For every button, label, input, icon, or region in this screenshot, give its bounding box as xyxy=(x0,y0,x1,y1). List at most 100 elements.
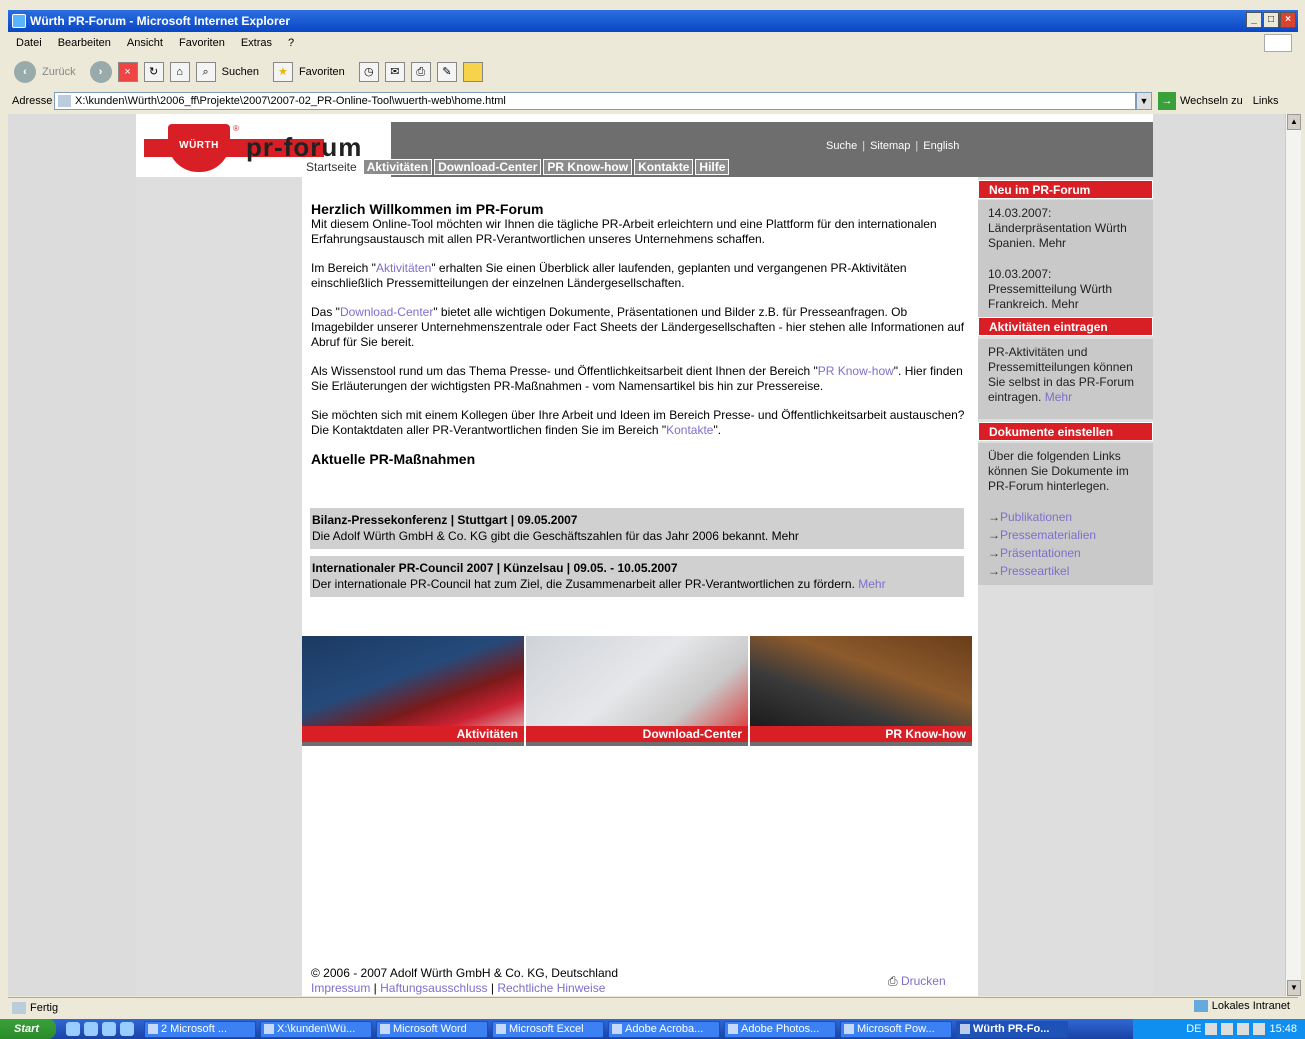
folder-icon[interactable] xyxy=(462,62,483,82)
menu-help[interactable]: ? xyxy=(288,37,294,49)
sidebar-news-link[interactable]: Pressemitteilung Würth Frankreich. Mehr xyxy=(988,282,1143,312)
news-title: Bilanz-Pressekonferenz | Stuttgart | 09.… xyxy=(312,513,578,527)
tab-aktivitaeten[interactable]: Aktivitäten xyxy=(362,159,433,175)
back-icon[interactable]: ‹ xyxy=(14,61,36,83)
quicklaunch-icon[interactable] xyxy=(120,1022,134,1036)
copyright: © 2006 - 2007 Adolf Würth GmbH & Co. KG,… xyxy=(311,966,618,980)
news-more-link[interactable]: Mehr xyxy=(858,577,885,591)
home-icon[interactable]: ⌂ xyxy=(169,62,190,82)
banner-download-center[interactable]: Download-Center xyxy=(526,636,748,746)
sitemap-link[interactable]: Sitemap xyxy=(870,140,910,152)
vertical-scrollbar[interactable]: ▲ ▼ xyxy=(1285,114,1301,996)
menu-bar: Datei Bearbeiten Ansicht Favoriten Extra… xyxy=(8,32,1298,54)
link-impressum[interactable]: Impressum xyxy=(311,981,370,995)
stop-icon[interactable]: × xyxy=(117,62,138,82)
english-link[interactable]: English xyxy=(923,140,959,152)
link-publikationen[interactable]: Publikationen xyxy=(1000,510,1072,524)
scroll-up-icon[interactable]: ▲ xyxy=(1287,114,1301,130)
address-dropdown-icon[interactable]: ▼ xyxy=(1136,92,1152,110)
tab-kontakte[interactable]: Kontakte xyxy=(634,159,694,175)
sidebar-activities-more[interactable]: Mehr xyxy=(1045,390,1072,404)
start-button[interactable]: Start xyxy=(0,1019,56,1039)
close-button[interactable]: × xyxy=(1280,12,1296,28)
go-icon[interactable]: → xyxy=(1158,92,1176,110)
sidebar-news-link[interactable]: Länderpräsentation Würth Spanien. Mehr xyxy=(988,221,1143,251)
link-haftungsausschluss[interactable]: Haftungsausschluss xyxy=(380,981,487,995)
quicklaunch-icon[interactable] xyxy=(66,1022,80,1036)
print-link[interactable]: ⎙ Drucken xyxy=(888,974,946,989)
language-indicator[interactable]: DE xyxy=(1186,1023,1201,1035)
banner-pr-know-how[interactable]: PR Know-how xyxy=(750,636,972,746)
tab-pr-know-how[interactable]: PR Know-how xyxy=(543,159,633,175)
menu-extras[interactable]: Extras xyxy=(241,37,272,49)
menu-ansicht[interactable]: Ansicht xyxy=(127,37,163,49)
banner-caption: Aktivitäten xyxy=(302,726,524,742)
clock: 15:48 xyxy=(1269,1023,1297,1035)
link-presseartikel[interactable]: Presseartikel xyxy=(1000,564,1069,578)
news-item[interactable]: Bilanz-Pressekonferenz | Stuttgart | 09.… xyxy=(310,508,964,549)
link-download-center[interactable]: Download-Center xyxy=(340,305,433,319)
taskbar-item[interactable]: Microsoft Word xyxy=(376,1020,488,1038)
paragraph-activities: Im Bereich "Aktivitäten" erhalten Sie ei… xyxy=(311,261,907,290)
search-icon[interactable]: ⌕ xyxy=(195,62,216,82)
header-band-right xyxy=(971,122,1153,177)
tray-icon[interactable] xyxy=(1253,1023,1266,1035)
favorites-icon[interactable]: ★ xyxy=(272,62,293,82)
sidebar-activities-title: Aktivitäten eintragen xyxy=(978,317,1153,336)
window-titlebar: Würth PR-Forum - Microsoft Internet Expl… xyxy=(8,10,1298,32)
quicklaunch-icon[interactable] xyxy=(102,1022,116,1036)
quicklaunch-icon[interactable] xyxy=(84,1022,98,1036)
wuerth-logo: WÜRTH xyxy=(168,124,230,172)
quick-launch xyxy=(66,1022,134,1036)
taskbar-item[interactable]: Microsoft Excel xyxy=(492,1020,604,1038)
print-icon[interactable]: ⎙ xyxy=(410,62,431,82)
refresh-icon[interactable]: ↻ xyxy=(143,62,164,82)
forward-icon[interactable]: › xyxy=(89,61,112,83)
link-praesentationen[interactable]: Präsentationen xyxy=(1000,546,1081,560)
link-pressematerialien[interactable]: Pressematerialien xyxy=(1000,528,1096,542)
menu-bearbeiten[interactable]: Bearbeiten xyxy=(58,37,111,49)
history-icon[interactable]: ◷ xyxy=(358,62,379,82)
link-pr-know-how[interactable]: PR Know-how xyxy=(818,364,894,378)
taskbar-item[interactable]: X:\kunden\Wü... xyxy=(260,1020,372,1038)
taskbar-item[interactable]: Adobe Photos... xyxy=(724,1020,836,1038)
taskbar-item[interactable]: Adobe Acroba... xyxy=(608,1020,720,1038)
address-input[interactable]: X:\kunden\Würth\2006_ff\Projekte\2007\20… xyxy=(54,92,1136,110)
news-item[interactable]: Internationaler PR-Council 2007 | Künzel… xyxy=(310,556,964,597)
taskbar-item[interactable]: Microsoft Pow... xyxy=(840,1020,952,1038)
edit-icon[interactable]: ✎ xyxy=(436,62,457,82)
left-column xyxy=(136,177,302,996)
scroll-down-icon[interactable]: ▼ xyxy=(1287,980,1301,996)
menu-favoriten[interactable]: Favoriten xyxy=(179,37,225,49)
taskbar-item[interactable]: 2 Microsoft ... xyxy=(144,1020,256,1038)
link-aktivitaeten[interactable]: Aktivitäten xyxy=(376,261,431,275)
mail-icon[interactable]: ✉ xyxy=(384,62,405,82)
sidebar-activities-body: PR-Aktivitäten und Pressemitteilungen kö… xyxy=(978,339,1153,419)
arrow-icon: → xyxy=(988,510,1000,524)
browser-viewport: WÜRTH ® pr-forum Suche | Sitemap | Engli… xyxy=(8,114,1285,996)
link-rechtliche-hinweise[interactable]: Rechtliche Hinweise xyxy=(497,981,605,995)
favorites-label[interactable]: Favoriten xyxy=(299,66,345,78)
link-kontakte[interactable]: Kontakte xyxy=(666,423,713,437)
sidebar-documents-title: Dokumente einstellen xyxy=(978,422,1153,441)
banner-aktivitaeten[interactable]: Aktivitäten xyxy=(302,636,524,746)
taskbar-item-active[interactable]: Würth PR-Fo... xyxy=(956,1020,1068,1038)
tray-icon[interactable] xyxy=(1221,1023,1234,1035)
go-button[interactable]: Wechseln zu xyxy=(1180,95,1243,107)
tray-icon[interactable] xyxy=(1237,1023,1250,1035)
links-button[interactable]: Links xyxy=(1253,95,1279,107)
tray-icon[interactable] xyxy=(1205,1023,1218,1035)
search-label[interactable]: Suchen xyxy=(222,66,259,78)
news-title: Internationaler PR-Council 2007 | Künzel… xyxy=(312,561,678,575)
maximize-button[interactable]: □ xyxy=(1263,12,1279,28)
back-label[interactable]: Zurück xyxy=(42,66,76,78)
search-link[interactable]: Suche xyxy=(826,140,857,152)
window-title: Würth PR-Forum - Microsoft Internet Expl… xyxy=(30,14,291,28)
menu-datei[interactable]: Datei xyxy=(16,37,42,49)
tab-startseite[interactable]: Startseite xyxy=(302,159,361,175)
minimize-button[interactable]: _ xyxy=(1246,12,1262,28)
paragraph-knowhow: Als Wissenstool rund um das Thema Presse… xyxy=(311,364,963,393)
tab-download-center[interactable]: Download-Center xyxy=(434,159,542,175)
news-text: Die Adolf Würth GmbH & Co. KG gibt die G… xyxy=(312,529,799,543)
tab-hilfe[interactable]: Hilfe xyxy=(695,159,730,175)
